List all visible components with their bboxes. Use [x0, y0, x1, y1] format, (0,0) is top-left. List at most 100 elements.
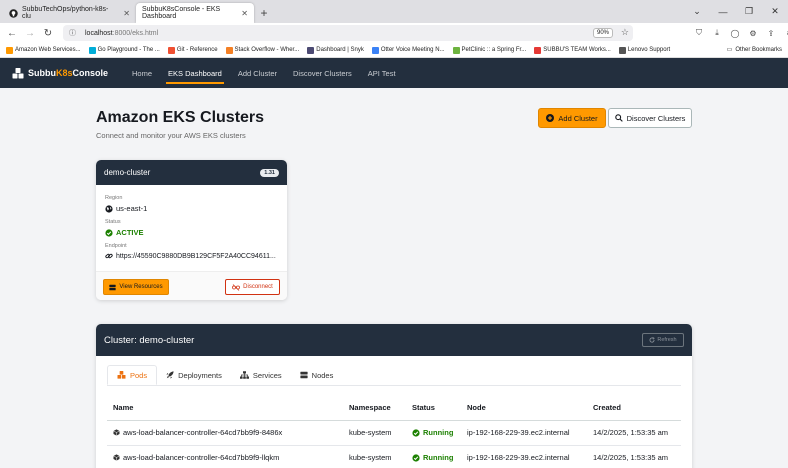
namespace-cell: kube-system: [343, 420, 406, 446]
back-arrow-icon[interactable]: ←: [3, 28, 21, 39]
cube-icon: [113, 429, 120, 436]
pod-name-cell: aws-load-balancer-controller-64cd7bb9f9-…: [113, 428, 343, 437]
add-cluster-button[interactable]: Add Cluster: [538, 108, 606, 128]
github-icon: [8, 8, 18, 18]
cubes-icon: [12, 67, 24, 78]
browser-tab-active[interactable]: SubbuK8sConsole - EKS Dashboard ✕: [136, 3, 254, 23]
brand-logo[interactable]: Subbu K8s Console: [12, 67, 124, 79]
close-icon[interactable]: ✕: [123, 9, 130, 18]
table-row[interactable]: aws-load-balancer-controller-64cd7bb9f9-…: [107, 445, 681, 468]
pod-name-cell: aws-load-balancer-controller-64cd7bb9f9-…: [113, 453, 343, 462]
bookmark-item[interactable]: Lenovo Support: [618, 46, 670, 54]
tab-nodes[interactable]: Nodes: [291, 365, 343, 385]
bookmark-star-icon[interactable]: ☆: [621, 27, 629, 38]
minimize-button[interactable]: —: [710, 7, 736, 17]
bookmark-item[interactable]: Dashboard | Snyk: [307, 46, 364, 54]
download-icon[interactable]: ⤓: [708, 28, 726, 38]
namespace-cell: kube-system: [343, 445, 406, 468]
discover-clusters-button[interactable]: Discover Clusters: [608, 108, 692, 128]
bookmarks-bar: Amazon Web Services... Go Playground - Th…: [0, 43, 788, 58]
column-header-node[interactable]: Node: [461, 396, 587, 421]
column-header-name[interactable]: Name: [107, 396, 343, 421]
close-icon[interactable]: ✕: [241, 9, 248, 18]
extensions-icon[interactable]: ⚙: [744, 29, 762, 38]
region-value: us-east-1: [105, 204, 147, 213]
status-badge: Running: [412, 453, 461, 462]
page-subtitle: Connect and monitor your AWS EKS cluster…: [96, 131, 246, 140]
toolbar-icons: ⛉ ⤓ ◯ ⚙ ⇪ ≡: [690, 23, 788, 43]
unlink-icon: [232, 283, 241, 291]
window-close-button[interactable]: ✕: [762, 6, 788, 17]
site-info-icon[interactable]: ⓘ: [69, 28, 79, 38]
bookmark-item[interactable]: Go Playground - The ...: [88, 46, 160, 54]
cluster-detail-panel: Cluster: demo-cluster Refresh Pods Deplo…: [96, 324, 692, 468]
app-navbar: Subbu K8s Console Home EKS Dashboard Add C…: [0, 58, 788, 88]
window-controls: ⌄ — ❐ ✕: [684, 0, 788, 23]
restore-button[interactable]: ❐: [736, 6, 762, 17]
forward-arrow-icon[interactable]: →: [21, 28, 39, 39]
address-bar[interactable]: ⓘ localhost:8000/eks.html 90% ☆: [63, 25, 633, 41]
globe-icon: [105, 204, 113, 213]
tab-list-icon[interactable]: ⌄: [684, 6, 710, 17]
bookmark-item[interactable]: Stack Overflow - Wher...: [225, 46, 300, 54]
table-row[interactable]: aws-load-balancer-controller-64cd7bb9f9-…: [107, 420, 681, 446]
bookmark-label: Go Playground - The ...: [97, 47, 160, 53]
account-icon[interactable]: ◯: [726, 29, 744, 38]
cluster-detail-title: Cluster: demo-cluster: [104, 334, 195, 346]
pocket-icon[interactable]: ⛉: [690, 28, 708, 38]
column-header-status[interactable]: Status: [406, 396, 461, 421]
browser-tab-github[interactable]: SubbuTechOps/python-k8s-clu ✕: [2, 3, 136, 23]
cluster-detail-header: Cluster: demo-cluster Refresh: [96, 324, 692, 356]
disconnect-button[interactable]: Disconnect: [225, 279, 280, 295]
share-icon[interactable]: ⇪: [762, 29, 780, 38]
status-badge: Running: [412, 428, 461, 437]
nav-discover-clusters[interactable]: Discover Clusters: [285, 58, 360, 88]
tab-pods[interactable]: Pods: [107, 365, 158, 385]
resource-tabs: Pods Deployments Services Nodes: [107, 365, 342, 385]
server-icon: [300, 371, 308, 379]
browser-tab-title: SubbuTechOps/python-k8s-clu: [22, 6, 109, 20]
nav-eks-dashboard[interactable]: EKS Dashboard: [160, 58, 230, 88]
bookmark-label: Dashboard | Snyk: [316, 47, 364, 53]
page-title: Amazon EKS Clusters: [96, 109, 265, 126]
pods-table: Name Namespace Status Node Created aws-l…: [107, 396, 681, 468]
column-header-namespace[interactable]: Namespace: [343, 396, 406, 421]
node-cell: ip-192-168-229-39.ec2.internal: [461, 445, 587, 468]
search-icon: [614, 114, 623, 122]
browser-tab-title: SubbuK8sConsole - EKS Dashboard: [142, 6, 221, 20]
node-cell: ip-192-168-229-39.ec2.internal: [461, 420, 587, 446]
column-header-created[interactable]: Created: [587, 396, 681, 421]
plus-circle-icon: [546, 114, 555, 122]
link-icon: [105, 253, 113, 259]
view-resources-button[interactable]: View Resources: [103, 279, 169, 295]
url-text[interactable]: localhost:8000/eks.html: [85, 30, 158, 37]
bookmark-item[interactable]: Git - Reference: [167, 46, 218, 54]
tab-deployments[interactable]: Deployments: [157, 365, 231, 385]
bookmark-label: Git - Reference: [176, 47, 218, 53]
brand-suffix: Console: [72, 68, 109, 78]
bookmark-item[interactable]: Otter Voice Meeting N...: [371, 46, 445, 54]
refresh-button[interactable]: Refresh: [642, 333, 684, 347]
nav-api-test[interactable]: API Test: [360, 58, 404, 88]
reload-icon[interactable]: ↻: [39, 28, 57, 39]
table-header-row: Name Namespace Status Node Created: [107, 396, 681, 421]
main-content: Amazon EKS Clusters Connect and monitor …: [0, 88, 788, 468]
zoom-level[interactable]: 90%: [592, 28, 613, 38]
bookmark-item[interactable]: PetClinic :: a Spring Fr...: [452, 46, 526, 54]
menu-icon[interactable]: ≡: [780, 29, 788, 38]
bookmark-label: Stack Overflow - Wher...: [234, 47, 300, 53]
browser-tab-bar: SubbuTechOps/python-k8s-clu ✕ SubbuK8sCo…: [0, 0, 788, 23]
created-cell: 14/2/2025, 1:53:35 am: [587, 420, 681, 446]
brand-prefix: Subbu: [28, 68, 56, 78]
nav-home[interactable]: Home: [124, 58, 160, 88]
nav-add-cluster[interactable]: Add Cluster: [230, 58, 285, 88]
other-bookmarks-folder[interactable]: ▭ Other Bookmarks: [727, 46, 782, 54]
created-cell: 14/2/2025, 1:53:35 am: [587, 445, 681, 468]
new-tab-button[interactable]: +: [254, 3, 274, 23]
tab-services[interactable]: Services: [231, 365, 291, 385]
status-badge: ACTIVE: [105, 228, 144, 237]
bookmark-item[interactable]: Amazon Web Services...: [6, 46, 81, 54]
bookmark-item[interactable]: SUBBU'S TEAM Works...: [534, 46, 611, 54]
rocket-icon: [166, 371, 174, 379]
bookmark-favicon-icon: [225, 46, 233, 54]
